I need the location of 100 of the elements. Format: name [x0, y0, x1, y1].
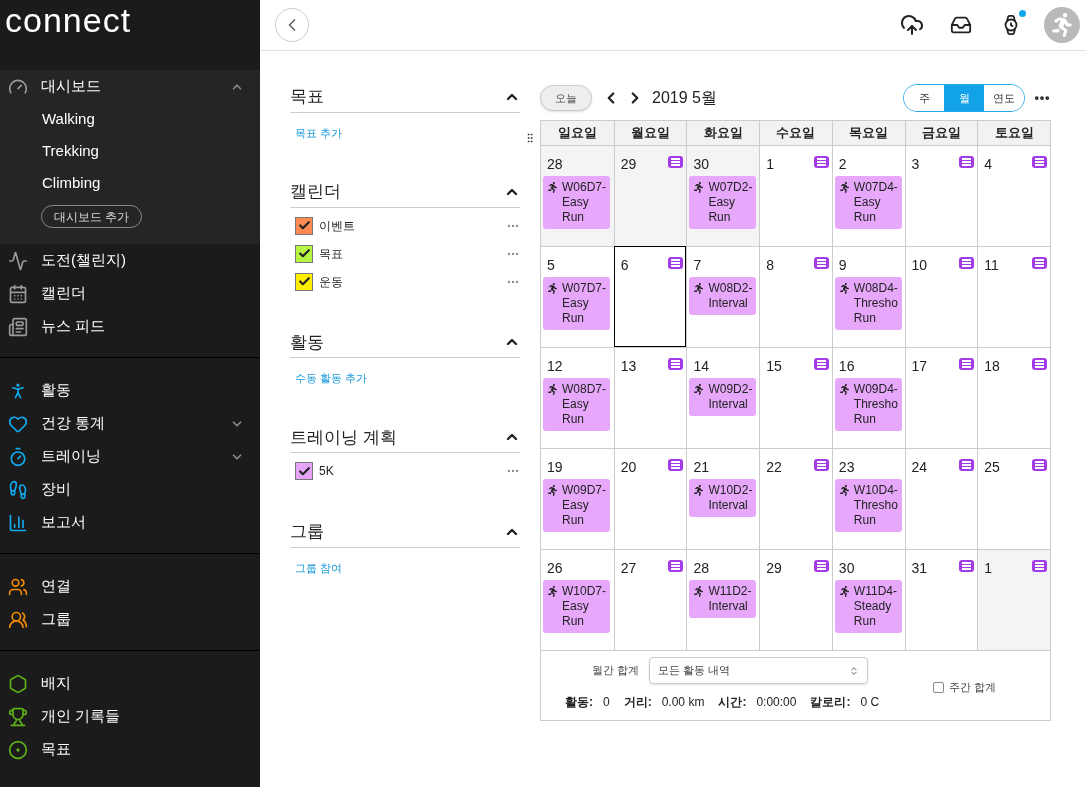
workout-event[interactable]: W07D2- Easy Run — [689, 176, 757, 229]
day-cell[interactable]: 9 W08D4- Thresho Run — [831, 246, 905, 347]
day-cell[interactable]: 13 — [613, 347, 687, 448]
note-icon[interactable] — [668, 459, 684, 471]
note-icon[interactable] — [1032, 560, 1047, 572]
day-cell[interactable]: 28 W06D7- Easy Run — [541, 145, 614, 246]
sidebar-item[interactable]: 보고서 — [0, 506, 260, 539]
day-cell[interactable]: 8 — [759, 246, 832, 347]
sidebar-item[interactable]: 목표 — [0, 733, 260, 766]
note-icon[interactable] — [959, 156, 975, 168]
today-button[interactable]: 오늘 — [540, 85, 592, 111]
day-cell[interactable]: 4 — [977, 145, 1050, 246]
day-cell[interactable]: 20 — [613, 448, 687, 549]
note-icon[interactable] — [959, 358, 975, 370]
workout-event[interactable]: W09D2- Interval — [689, 378, 757, 416]
day-cell[interactable]: 30 W07D2- Easy Run — [686, 145, 760, 246]
workout-event[interactable]: W08D2- Interval — [689, 277, 757, 315]
sidebar-item[interactable]: 활동 — [0, 374, 260, 407]
checkbox[interactable] — [295, 216, 313, 235]
day-cell[interactable]: 30 W11D4- Steady Run — [831, 549, 905, 650]
sidebar-item[interactable]: 도전(챌린지) — [0, 244, 260, 277]
day-cell[interactable]: 23 W10D4- Thresho Run — [831, 448, 905, 549]
logo[interactable]: connect — [0, 0, 260, 70]
note-icon[interactable] — [959, 257, 975, 269]
weekly-total-checkbox[interactable] — [933, 681, 945, 693]
sidebar-item[interactable]: 뉴스 피드 — [0, 310, 260, 343]
note-icon[interactable] — [668, 257, 684, 269]
note-icon[interactable] — [1032, 156, 1047, 168]
sidebar-item[interactable]: 건강 통계 — [0, 407, 260, 440]
day-cell[interactable]: 15 — [759, 347, 832, 448]
workout-event[interactable]: W10D4- Thresho Run — [834, 479, 902, 532]
drag-handle-icon[interactable] — [524, 132, 536, 144]
workout-event[interactable]: W09D4- Thresho Run — [834, 378, 902, 431]
checkbox[interactable] — [295, 462, 313, 480]
day-number: 16 — [838, 357, 856, 376]
checkbox[interactable] — [295, 272, 313, 291]
note-icon[interactable] — [668, 560, 684, 572]
workout-event[interactable]: W06D7- Easy Run — [543, 176, 610, 229]
workout-event[interactable]: W11D4- Steady Run — [834, 580, 902, 633]
workout-event[interactable]: W09D7- Easy Run — [543, 479, 610, 532]
sidebar-subitem[interactable]: Walking — [0, 103, 260, 135]
day-cell[interactable]: 27 — [613, 549, 687, 650]
note-icon[interactable] — [959, 560, 975, 572]
day-cell[interactable]: 2 W07D4- Easy Run — [831, 145, 905, 246]
upload-icon[interactable] — [900, 13, 924, 37]
workout-event[interactable]: W07D4- Easy Run — [834, 176, 902, 229]
workout-event[interactable]: W08D4- Thresho Run — [834, 277, 902, 330]
sidebar-item[interactable]: 배지 — [0, 667, 260, 700]
day-cell[interactable]: 29 — [759, 549, 832, 650]
sidebar-item[interactable]: 연결 — [0, 570, 260, 603]
day-cell[interactable]: 28 W11D2- Interval — [686, 549, 760, 650]
day-cell[interactable]: 16 W09D4- Thresho Run — [831, 347, 905, 448]
note-icon[interactable] — [1032, 459, 1047, 471]
day-cell[interactable]: 21 W10D2- Interval — [686, 448, 760, 549]
sidebar-item[interactable]: 개인 기록들 — [0, 700, 260, 733]
checkbox[interactable] — [295, 244, 313, 263]
day-cell[interactable]: 18 — [977, 347, 1050, 448]
sidebar-item[interactable]: 장비 — [0, 473, 260, 506]
day-cell[interactable]: 14 W09D2- Interval — [686, 347, 760, 448]
sidebar-subitem[interactable]: Climbing — [0, 167, 260, 199]
workout-event[interactable]: W10D2- Interval — [689, 479, 757, 517]
day-cell[interactable]: 24 — [904, 448, 978, 549]
note-icon[interactable] — [668, 358, 684, 370]
inbox-icon[interactable] — [950, 14, 972, 36]
day-cell[interactable]: 29 — [613, 145, 687, 246]
runner-icon — [693, 485, 705, 496]
day-cell[interactable]: 6 — [613, 246, 687, 347]
workout-event[interactable]: W07D7- Easy Run — [543, 277, 610, 330]
note-icon[interactable] — [813, 156, 829, 168]
note-icon[interactable] — [813, 560, 829, 572]
workout-event[interactable]: W08D7- Easy Run — [543, 378, 610, 431]
activity-select[interactable]: 모든 활동 내역 — [649, 657, 868, 684]
day-cell[interactable]: 25 — [977, 448, 1050, 549]
day-cell[interactable]: 1 — [977, 549, 1050, 650]
day-cell[interactable]: 17 — [904, 347, 978, 448]
workout-event[interactable]: W11D2- Interval — [689, 580, 757, 618]
day-cell[interactable]: 22 — [759, 448, 832, 549]
workout-event[interactable]: W10D7- Easy Run — [543, 580, 610, 633]
day-cell[interactable]: 1 — [759, 145, 832, 246]
note-icon[interactable] — [813, 358, 829, 370]
sidebar-item[interactable]: 캘린더 — [0, 277, 260, 310]
day-number: 8 — [766, 256, 775, 275]
day-cell[interactable]: 31 — [904, 549, 978, 650]
day-cell[interactable]: 10 — [904, 246, 978, 347]
day-number: 1 — [766, 155, 775, 174]
note-icon[interactable] — [1032, 358, 1047, 370]
note-icon[interactable] — [813, 257, 829, 269]
note-icon[interactable] — [1032, 257, 1047, 269]
sidebar-item[interactable]: 대시보드 — [0, 70, 260, 103]
day-cell[interactable]: 7 W08D2- Interval — [686, 246, 760, 347]
sidebar-item[interactable]: 트레이닝 — [0, 440, 260, 473]
note-icon[interactable] — [668, 156, 684, 168]
day-number: 11 — [984, 256, 1000, 275]
note-icon[interactable] — [959, 459, 975, 471]
day-cell[interactable]: 3 — [904, 145, 978, 246]
sidebar-subitem[interactable]: Trekking — [0, 135, 260, 167]
day-number: 15 — [766, 357, 783, 376]
sidebar-item[interactable]: 그룹 — [0, 603, 260, 636]
note-icon[interactable] — [813, 459, 829, 471]
day-cell[interactable]: 11 — [977, 246, 1050, 347]
